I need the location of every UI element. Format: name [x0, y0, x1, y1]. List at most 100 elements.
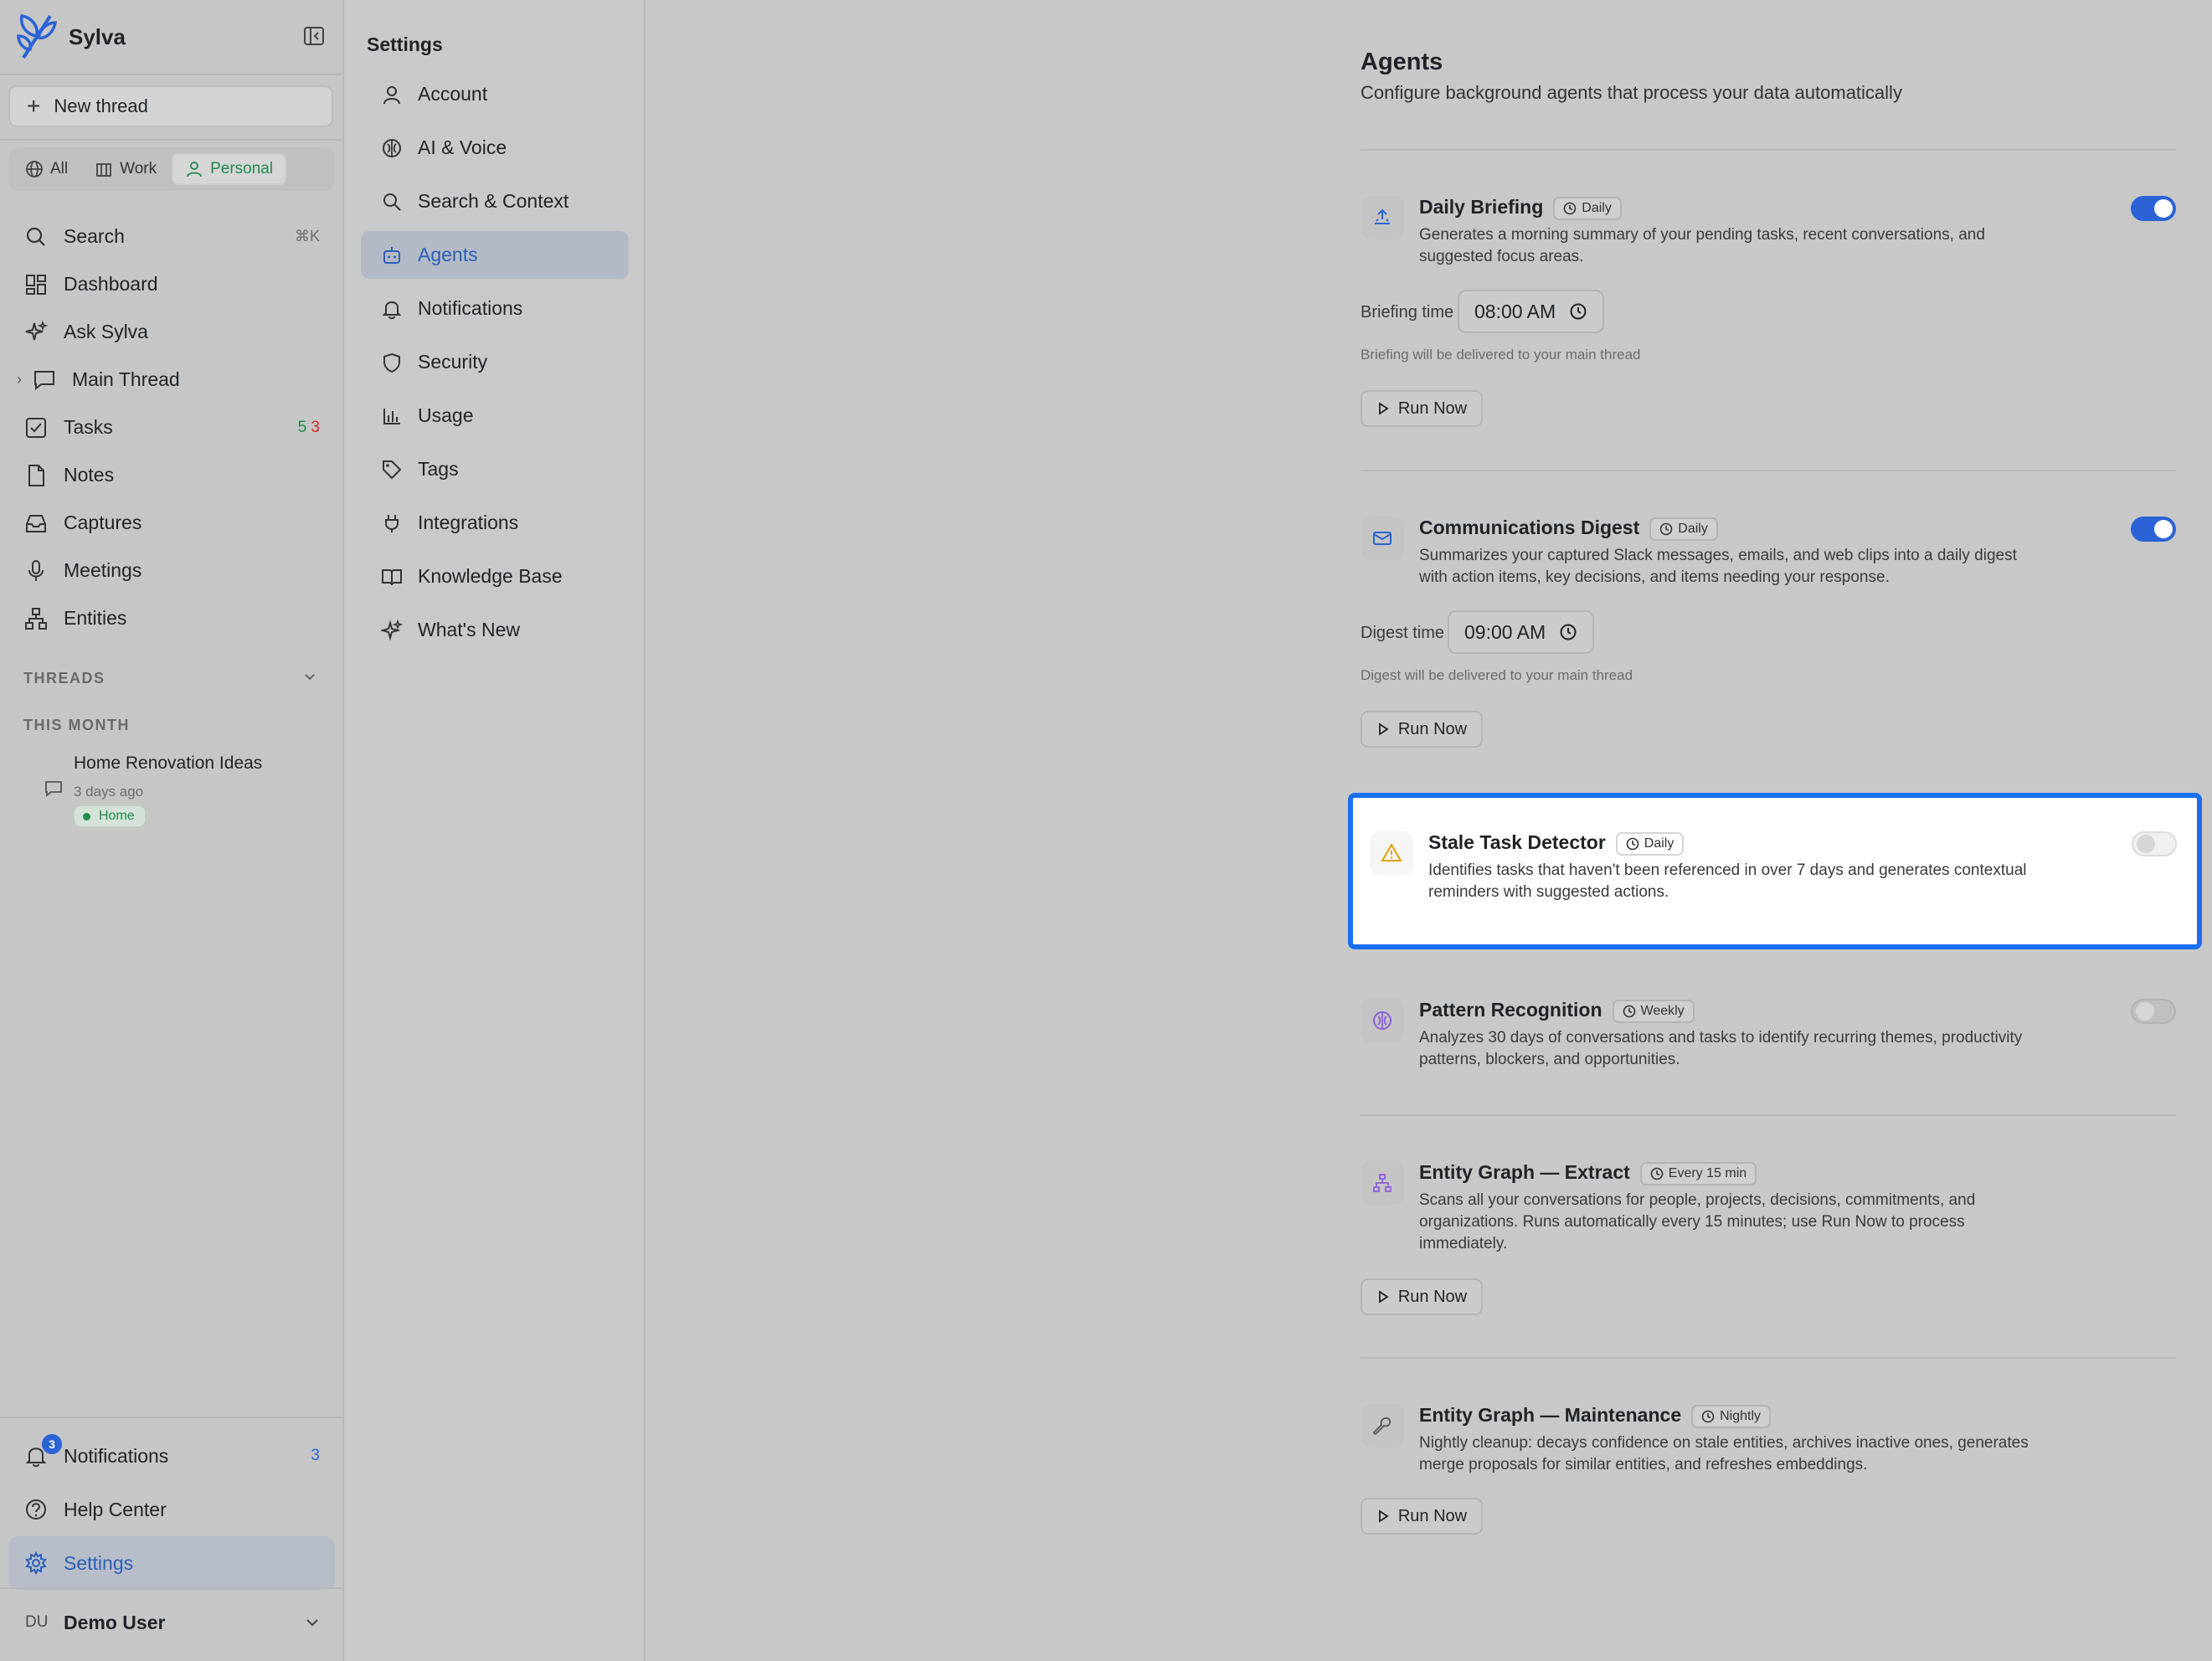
upload-sun-icon [1361, 196, 1404, 239]
page-title: Agents [1361, 49, 1443, 75]
settings-item-search-context[interactable]: Search & Context [361, 177, 629, 225]
chevron-down-icon [306, 1619, 318, 1627]
settings-item-label: Notifications [418, 297, 523, 319]
divider [0, 1417, 344, 1418]
nav-notes[interactable]: Notes [8, 451, 335, 499]
agent-name: Entity Graph — Extract Every 15 min [1419, 1161, 1757, 1185]
notification-badge: 3 [42, 1434, 62, 1454]
settings-item-tags[interactable]: Tags [361, 445, 629, 493]
divider [0, 139, 344, 141]
schedule-badge: Daily [1615, 831, 1685, 856]
agent-card-entity-graph-extract: Entity Graph — Extract Every 15 min Scans… [1361, 1161, 2176, 1316]
nav-notes-label: Notes [64, 464, 115, 486]
agent-name-text: Communications Digest [1419, 517, 1640, 538]
dashboard-icon [26, 274, 46, 295]
search-icon [383, 193, 401, 211]
settings-item-label: Integrations [418, 512, 519, 533]
nav-captures[interactable]: Captures [8, 499, 335, 547]
person-icon [187, 162, 203, 177]
agent-name-text: Daily Briefing [1419, 196, 1544, 218]
avatar: DU [25, 1613, 49, 1631]
schedule-badge: Every 15 min [1639, 1161, 1757, 1185]
app: Sylva + New thread All Work Personal Sea… [0, 0, 2212, 1661]
settings-item-ai-voice[interactable]: AI & Voice [361, 124, 629, 172]
collapse-sidebar-icon[interactable] [301, 23, 327, 49]
agent-description: Identifies tasks that haven't been refer… [1428, 861, 2027, 901]
run-now-button[interactable]: Run Now [1361, 1278, 1483, 1315]
settings-item-label: Security [418, 351, 488, 373]
nav-ask-sylva[interactable]: Ask Sylva [8, 308, 335, 356]
nav-settings[interactable]: Settings [8, 1536, 335, 1590]
settings-item-integrations[interactable]: Integrations [361, 499, 629, 547]
nav-main-thread-label: Main Thread [72, 368, 180, 390]
nav-notifications[interactable]: 3 Notifications 3 [8, 1429, 335, 1483]
network-icon [25, 607, 47, 630]
agent-enable-toggle[interactable] [2131, 517, 2176, 542]
nav-meetings[interactable]: Meetings [8, 547, 335, 594]
brand-name: Sylva [69, 23, 126, 49]
agent-description: Nightly cleanup: decays confidence on st… [1419, 1434, 2029, 1473]
time-value: 09:00 AM [1464, 620, 1546, 643]
nav-notifications-label: Notifications [64, 1444, 169, 1467]
nav-help-center[interactable]: Help Center [8, 1483, 335, 1536]
nav-meetings-label: Meetings [64, 559, 142, 581]
settings-item-agents[interactable]: Agents [361, 231, 629, 279]
settings-item-security[interactable]: Security [361, 338, 629, 386]
agent-card-content: Stale Task Detector Daily Identifies task… [1370, 831, 2184, 915]
brand[interactable]: Sylva [17, 12, 327, 62]
nav-ask-label: Ask Sylva [64, 321, 148, 342]
scope-personal-button[interactable]: Personal [172, 153, 287, 185]
chevron-down-icon[interactable] [303, 670, 316, 683]
user-menu[interactable]: DU Demo User [8, 1599, 335, 1646]
nav-entities[interactable]: Entities [8, 594, 335, 642]
settings-item-account[interactable]: Account [361, 70, 629, 118]
run-now-button[interactable]: Run Now [1361, 711, 1483, 748]
agent-name: Entity Graph — Maintenance Nightly [1419, 1404, 1772, 1428]
chat-icon [45, 781, 62, 797]
agent-enable-toggle[interactable] [2132, 831, 2177, 856]
scope-all-button[interactable]: All [13, 153, 80, 185]
shield-icon [383, 352, 400, 373]
run-now-button[interactable]: Run Now [1361, 1498, 1483, 1535]
warning-icon [1370, 831, 1413, 875]
time-value: 08:00 AM [1474, 300, 1556, 322]
new-thread-button[interactable]: + New thread [8, 85, 333, 127]
nav-dashboard[interactable]: Dashboard [8, 260, 335, 308]
agent-card-daily-briefing: Daily Briefing Daily Generates a morning … [1361, 196, 2176, 430]
agent-description: Summarizes your captured Slack messages,… [1419, 547, 2017, 586]
briefing-time-input[interactable]: 08:00 AM [1458, 290, 1605, 333]
scope-work-button[interactable]: Work [83, 153, 168, 185]
bottom-nav: 3 Notifications 3 Help Center Settings [8, 1429, 335, 1590]
settings-item-whats-new[interactable]: What's New [361, 606, 629, 654]
divider [0, 74, 344, 75]
digest-time-input[interactable]: 09:00 AM [1448, 610, 1595, 654]
nav-main-thread[interactable]: › Main Thread [8, 356, 335, 404]
plug-icon [385, 514, 399, 532]
sparkles-icon [381, 619, 403, 641]
agent-enable-toggle[interactable] [2131, 196, 2176, 221]
settings-item-usage[interactable]: Usage [361, 392, 629, 440]
agent-card-communications-digest: Communications Digest Daily Summarizes yo… [1361, 517, 2176, 751]
nav-tasks[interactable]: Tasks 5 3 [8, 404, 335, 451]
task-count-overdue: 3 [311, 418, 320, 436]
agent-card-pattern-recognition: Pattern Recognition Weekly Analyzes 30 da… [1361, 999, 2176, 1082]
schedule-label: Every 15 min [1668, 1165, 1747, 1180]
schedule-badge: Weekly [1612, 999, 1695, 1023]
nav-search[interactable]: Search ⌘K [8, 213, 335, 260]
agent-card-entity-graph-maintenance: Entity Graph — Maintenance Nightly Nightl… [1361, 1404, 2176, 1538]
scope-personal-label: Personal [210, 160, 274, 177]
play-icon [1378, 1290, 1389, 1304]
agent-name: Daily Briefing Daily [1419, 196, 1622, 220]
this-month-label: THIS MONTH [23, 717, 130, 733]
sylva-logo-icon [17, 13, 57, 59]
task-counts: 5 3 [298, 419, 320, 437]
settings-item-notifications[interactable]: Notifications [361, 285, 629, 332]
clock-icon [1560, 624, 1577, 640]
chevron-right-icon[interactable]: › [17, 371, 22, 388]
threads-section-label: THREADS [23, 670, 105, 687]
run-now-button[interactable]: Run Now [1361, 390, 1483, 427]
settings-item-knowledge-base[interactable]: Knowledge Base [361, 553, 629, 600]
settings-item-label: Search & Context [418, 190, 569, 212]
nav-settings-label: Settings [64, 1551, 134, 1574]
agent-enable-toggle[interactable] [2131, 999, 2176, 1024]
